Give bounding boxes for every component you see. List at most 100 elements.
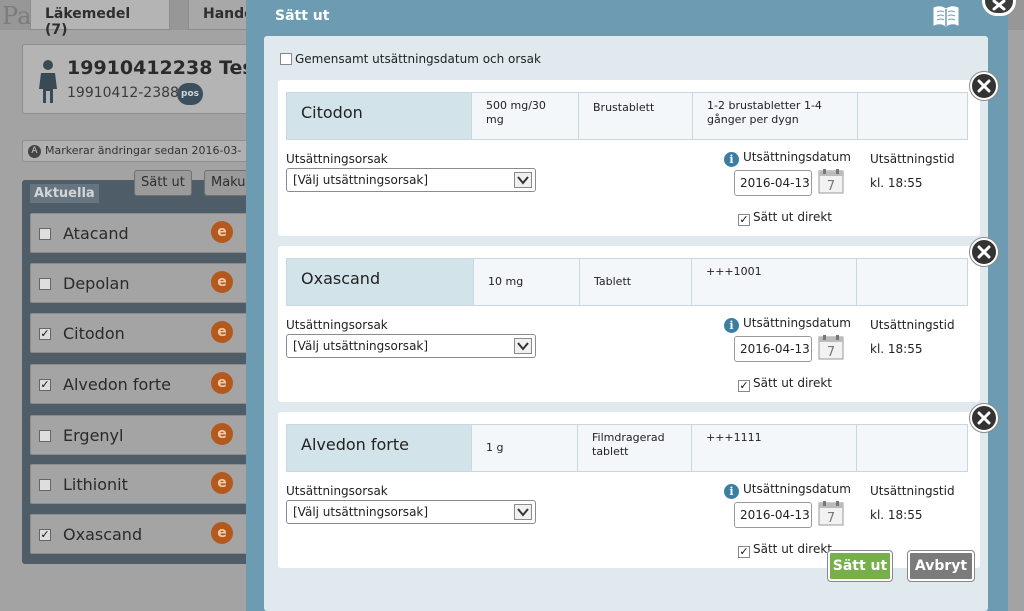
- time-label: Utsättningstid: [870, 152, 955, 166]
- reason-label: Utsättningsorsak: [286, 152, 388, 166]
- medication-form: Filmdragerad tablett: [578, 425, 692, 471]
- medication-dosage: 1-2 brustabletter 1-4 gånger per dygn: [693, 93, 858, 139]
- calendar-icon[interactable]: 7: [818, 500, 844, 526]
- patient-personnummer-short: 19910412-2388: [67, 85, 179, 101]
- time-label: Utsättningstid: [870, 318, 955, 332]
- checkbox[interactable]: [39, 228, 51, 240]
- direct-checkbox[interactable]: ✓: [738, 380, 750, 392]
- pos-badge: pos: [177, 83, 203, 105]
- info-icon[interactable]: i: [724, 484, 739, 499]
- set-out-direct[interactable]: ✓ Sätt ut direkt: [738, 376, 832, 392]
- e-prescription-icon: e: [211, 423, 233, 445]
- checkbox[interactable]: ✓: [39, 529, 51, 541]
- info-icon[interactable]: i: [724, 318, 739, 333]
- common-date-reason-option[interactable]: Gemensamt utsättningsdatum och orsak: [280, 52, 541, 66]
- reason-select[interactable]: [Välj utsättningsorsak]: [286, 334, 536, 358]
- medication-extra-cell: [857, 425, 967, 471]
- medication-dosage: +++1111: [692, 425, 857, 471]
- tab-lakemedel[interactable]: Läkemedel (7): [30, 0, 170, 38]
- chevron-down-icon[interactable]: [514, 172, 532, 188]
- change-note-text: Markerar ändringar sedan 2016-03-: [45, 144, 242, 157]
- medication-strength: 500 mg/30 mg: [472, 93, 579, 139]
- direct-checkbox[interactable]: ✓: [738, 214, 750, 226]
- medication-item[interactable]: Atacand e: [30, 213, 254, 253]
- remove-card-close-icon[interactable]: [970, 404, 998, 432]
- reason-select[interactable]: [Välj utsättningsorsak]: [286, 168, 536, 192]
- e-prescription-icon: e: [211, 522, 233, 544]
- set-out-button-bg[interactable]: Sätt ut: [134, 170, 192, 196]
- submit-set-out-button[interactable]: Sätt ut: [828, 551, 892, 581]
- medication-name: Oxascand: [287, 259, 474, 305]
- e-prescription-icon: e: [211, 221, 233, 243]
- medication-form: Brustablett: [579, 93, 693, 139]
- medication-form: Tablett: [580, 259, 692, 305]
- medication-extra-cell: [858, 93, 967, 139]
- medication-card: Citodon 500 mg/30 mg Brustablett 1-2 bru…: [278, 72, 998, 236]
- checkbox[interactable]: ✓: [39, 379, 51, 391]
- medication-info-row: Alvedon forte 1 g Filmdragerad tablett +…: [286, 424, 968, 472]
- common-checkbox[interactable]: [280, 53, 292, 65]
- svg-text:7: 7: [827, 345, 835, 360]
- date-label: i Utsättningsdatum: [724, 316, 851, 333]
- book-icon[interactable]: [932, 4, 960, 28]
- date-input[interactable]: 2016-04-13: [734, 336, 812, 362]
- reason-label: Utsättningsorsak: [286, 484, 388, 498]
- medication-dosage: +++1001: [692, 259, 857, 305]
- e-prescription-icon: e: [211, 271, 233, 293]
- e-prescription-icon: e: [211, 472, 233, 494]
- calendar-icon[interactable]: 7: [818, 168, 844, 194]
- person-icon: [39, 60, 57, 103]
- direct-checkbox[interactable]: ✓: [738, 546, 750, 558]
- checkbox[interactable]: [39, 479, 51, 491]
- patient-personnummer: 19910412238 Tes: [67, 57, 254, 79]
- medication-info-row: Oxascand 10 mg Tablett +++1001: [286, 258, 968, 306]
- medication-item[interactable]: ✓ Citodon e: [30, 313, 254, 353]
- medication-item[interactable]: Lithionit e: [30, 464, 254, 504]
- calendar-icon[interactable]: 7: [818, 334, 844, 360]
- cancel-button[interactable]: Avbryt: [908, 551, 974, 581]
- reason-label: Utsättningsorsak: [286, 318, 388, 332]
- set-out-direct[interactable]: ✓ Sätt ut direkt: [738, 210, 832, 226]
- checkbox[interactable]: ✓: [39, 328, 51, 340]
- info-icon[interactable]: i: [724, 152, 739, 167]
- medication-card: Oxascand 10 mg Tablett +++1001 Utsättnin…: [278, 238, 998, 402]
- medication-item[interactable]: ✓ Alvedon forte e: [30, 364, 254, 404]
- time-label: Utsättningstid: [870, 484, 955, 498]
- patient-header: 19910412238 Tes 19910412-2388 pos: [22, 44, 262, 114]
- chevron-down-icon[interactable]: [514, 504, 532, 520]
- checkbox[interactable]: [39, 430, 51, 442]
- dialog-body: Gemensamt utsättningsdatum och orsak Cit…: [264, 36, 998, 611]
- medication-name: Citodon: [287, 93, 472, 139]
- date-label: i Utsättningsdatum: [724, 482, 851, 499]
- medication-strength: 1 g: [472, 425, 578, 471]
- common-label: Gemensamt utsättningsdatum och orsak: [295, 52, 541, 66]
- remove-card-close-icon[interactable]: [970, 238, 998, 266]
- medication-strength: 10 mg: [474, 259, 580, 305]
- remove-card-close-icon[interactable]: [970, 72, 998, 100]
- svg-text:7: 7: [827, 179, 835, 194]
- set-out-dialog: Sätt ut Gemensamt utsättningsdatum och o…: [246, 0, 1016, 611]
- e-prescription-icon: e: [211, 321, 233, 343]
- medication-item[interactable]: Ergenyl e: [30, 415, 254, 455]
- medication-item[interactable]: Depolan e: [30, 263, 254, 303]
- change-note: A Markerar ändringar sedan 2016-03-: [22, 140, 262, 162]
- medication-list-panel: Aktuella Sätt ut Maku Atacand e Depolan …: [22, 170, 264, 564]
- chevron-down-icon[interactable]: [514, 338, 532, 354]
- reason-select[interactable]: [Välj utsättningsorsak]: [286, 500, 536, 524]
- date-label: i Utsättningsdatum: [724, 150, 851, 167]
- checkbox[interactable]: [39, 278, 51, 290]
- dialog-header: Sätt ut: [246, 0, 1016, 36]
- svg-text:7: 7: [827, 511, 835, 526]
- change-note-icon: A: [28, 145, 41, 158]
- medication-name: Alvedon forte: [287, 425, 472, 471]
- time-value: kl. 18:55: [870, 508, 923, 522]
- set-out-direct[interactable]: ✓ Sätt ut direkt: [738, 542, 832, 558]
- medication-info-row: Citodon 500 mg/30 mg Brustablett 1-2 bru…: [286, 92, 968, 140]
- time-value: kl. 18:55: [870, 342, 923, 356]
- date-input[interactable]: 2016-04-13: [734, 170, 812, 196]
- medication-item[interactable]: ✓ Oxascand e: [30, 514, 254, 554]
- date-input[interactable]: 2016-04-13: [734, 502, 812, 528]
- tab-aktuella[interactable]: Aktuella: [30, 184, 99, 203]
- dialog-title: Sätt ut: [275, 8, 330, 24]
- medication-card: Alvedon forte 1 g Filmdragerad tablett +…: [278, 404, 998, 568]
